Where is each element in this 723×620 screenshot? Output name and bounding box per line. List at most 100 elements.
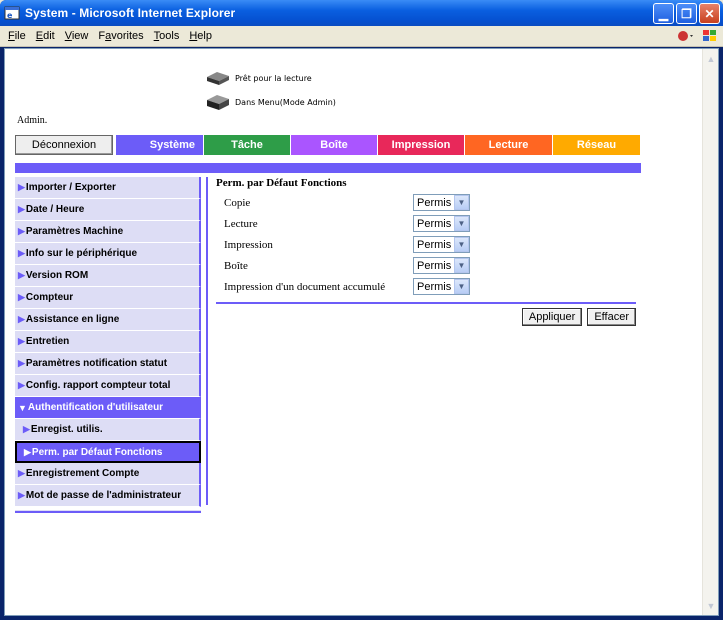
- sidebar-item-label: Assistance en ligne: [25, 314, 120, 325]
- perm-row-copie: Copie Permis ▼: [216, 192, 636, 213]
- ie-window: e System - Microsoft Internet Explorer ▁…: [0, 0, 723, 620]
- triangle-right-icon: ▶: [18, 380, 25, 390]
- tab-tache[interactable]: Tâche: [204, 135, 291, 155]
- sidebar-item-label: Enregistrement Compte: [25, 468, 140, 479]
- select-value: Permis: [417, 217, 452, 230]
- tab-impression[interactable]: Impression: [378, 135, 465, 155]
- main-tabs: Déconnexion Système Tâche Boîte Impressi…: [15, 135, 641, 155]
- sidebar-item-assistance[interactable]: ▶ Assistance en ligne: [15, 309, 201, 331]
- lecture-select[interactable]: Permis ▼: [413, 215, 470, 232]
- status-ready-text: Prêt pour la lecture: [235, 73, 312, 83]
- tab-systeme[interactable]: Système: [116, 135, 204, 155]
- svg-text:e: e: [7, 11, 13, 20]
- triangle-right-icon: ▶: [18, 490, 25, 500]
- tab-boite[interactable]: Boîte: [291, 135, 378, 155]
- sidebar-item-label: Version ROM: [25, 270, 89, 281]
- chevron-down-icon[interactable]: ▼: [454, 258, 469, 273]
- sidebar-item-label: Date / Heure: [25, 204, 85, 215]
- clear-button[interactable]: Effacer: [587, 308, 636, 326]
- scroll-down-icon[interactable]: ▼: [704, 598, 718, 613]
- sidebar-item-notification-statut[interactable]: ▶ Paramètres notification statut: [15, 353, 201, 375]
- status-menu-text: Dans Menu(Mode Admin): [235, 97, 336, 107]
- perm-row-document-accumule: Impression d'un document accumulé Permis…: [216, 276, 636, 297]
- sidebar-item-label: Perm. par Défaut Fonctions: [31, 446, 163, 458]
- internet-explorer-icon: e: [4, 5, 20, 21]
- sidebar-item-label: Importer / Exporter: [25, 182, 116, 193]
- vertical-scrollbar[interactable]: ▲ ▼: [702, 49, 718, 615]
- sidebar-bottom-rule: [15, 510, 201, 513]
- sidebar-item-date-heure[interactable]: ▶ Date / Heure: [15, 199, 201, 221]
- triangle-right-icon: ▶: [18, 248, 25, 258]
- sidebar-item-perm-defaut[interactable]: ▶ Perm. par Défaut Fonctions: [15, 441, 201, 463]
- page-title: Perm. par Défaut Fonctions: [216, 177, 347, 189]
- triangle-right-icon: ▶: [18, 314, 25, 324]
- perm-row-boite: Boîte Permis ▼: [216, 255, 636, 276]
- sidebar-item-info-peripherique[interactable]: ▶ Info sur le périphérique: [15, 243, 201, 265]
- perm-label: Impression: [224, 238, 273, 251]
- sidebar-item-compteur[interactable]: ▶ Compteur: [15, 287, 201, 309]
- sidebar-item-parametres-machine[interactable]: ▶ Paramètres Machine: [15, 221, 201, 243]
- perm-label: Boîte: [224, 259, 248, 272]
- menu-bar: File Edit View Favorites Tools Help: [0, 26, 723, 47]
- sidebar-item-importer-exporter[interactable]: ▶ Importer / Exporter: [15, 177, 201, 199]
- content-divider: [206, 177, 208, 505]
- perm-row-impression: Impression Permis ▼: [216, 234, 636, 255]
- menu-view[interactable]: View: [60, 30, 94, 42]
- maximize-button[interactable]: ❐: [676, 3, 697, 24]
- sidebar-item-rapport-compteur[interactable]: ▶ Config. rapport compteur total: [15, 375, 201, 397]
- menu-favorites[interactable]: Favorites: [93, 30, 148, 42]
- triangle-right-icon: ▶: [18, 226, 25, 236]
- toolbar-dropdown-icon[interactable]: [677, 28, 695, 44]
- main-content: Perm. par Défaut Fonctions Copie Permis ▼…: [216, 177, 636, 326]
- sidebar-item-label: Entretien: [25, 336, 70, 347]
- menu-file[interactable]: File: [3, 30, 31, 42]
- perm-label: Lecture: [224, 217, 258, 230]
- close-button[interactable]: ✕: [699, 3, 720, 24]
- sidebar-item-mot-de-passe-admin[interactable]: ▶ Mot de passe de l'administrateur: [15, 485, 201, 507]
- chevron-down-icon[interactable]: ▼: [454, 279, 469, 294]
- admin-label: Admin.: [17, 115, 48, 126]
- sidebar-item-label: Paramètres Machine: [25, 226, 124, 237]
- minimize-button[interactable]: ▁: [653, 3, 674, 24]
- triangle-right-icon: ▶: [18, 336, 25, 346]
- boite-select[interactable]: Permis ▼: [413, 257, 470, 274]
- select-value: Permis: [417, 280, 452, 293]
- impression-select[interactable]: Permis ▼: [413, 236, 470, 253]
- device-status: Prêt pour la lecture Dans Menu(Mode Admi…: [205, 67, 336, 115]
- action-buttons: Appliquer Effacer: [216, 308, 636, 326]
- printer-ready-icon: [205, 68, 231, 88]
- perm-row-lecture: Lecture Permis ▼: [216, 213, 636, 234]
- tab-lecture[interactable]: Lecture: [465, 135, 553, 155]
- apply-button[interactable]: Appliquer: [521, 308, 583, 326]
- menu-edit[interactable]: Edit: [31, 30, 60, 42]
- sidebar-item-entretien[interactable]: ▶ Entretien: [15, 331, 201, 353]
- menu-tools[interactable]: Tools: [149, 30, 185, 42]
- sidebar-item-label: Authentification d'utilisateur: [27, 402, 164, 413]
- scroll-up-icon[interactable]: ▲: [704, 51, 718, 66]
- sidebar-item-label: Info sur le périphérique: [25, 248, 138, 259]
- triangle-right-icon: ▶: [18, 204, 25, 214]
- sidebar: ▶ Importer / Exporter ▶ Date / Heure ▶ Para…: [15, 177, 201, 513]
- chevron-down-icon[interactable]: ▼: [454, 216, 469, 231]
- sidebar-item-enregist-utilis[interactable]: ▶ Enregist. utilis.: [15, 419, 201, 441]
- sidebar-item-label: Config. rapport compteur total: [25, 380, 171, 391]
- logout-button[interactable]: Déconnexion: [15, 135, 113, 155]
- printer-admin-icon: [205, 92, 231, 112]
- sidebar-item-version-rom[interactable]: ▶ Version ROM: [15, 265, 201, 287]
- copie-select[interactable]: Permis ▼: [413, 194, 470, 211]
- sidebar-item-authentification[interactable]: ▼ Authentification d'utilisateur: [15, 397, 201, 419]
- chevron-down-icon[interactable]: ▼: [454, 237, 469, 252]
- sidebar-item-enregistrement-compte[interactable]: ▶ Enregistrement Compte: [15, 463, 201, 485]
- menu-help[interactable]: Help: [184, 30, 217, 42]
- chevron-down-icon[interactable]: ▼: [454, 195, 469, 210]
- triangle-right-icon: ▶: [18, 270, 25, 280]
- document-accumule-select[interactable]: Permis ▼: [413, 278, 470, 295]
- restore-icon: ❐: [681, 6, 692, 21]
- page-viewport: ▲ ▼ Prêt pour la lecture Dans Menu(Mode …: [4, 48, 719, 616]
- tab-reseau[interactable]: Réseau: [553, 135, 641, 155]
- triangle-right-icon: ▶: [18, 468, 25, 478]
- triangle-right-icon: ▶: [23, 424, 30, 434]
- sidebar-item-label: Paramètres notification statut: [25, 358, 168, 369]
- perm-label: Copie: [224, 196, 251, 209]
- triangle-right-icon: ▶: [18, 182, 25, 192]
